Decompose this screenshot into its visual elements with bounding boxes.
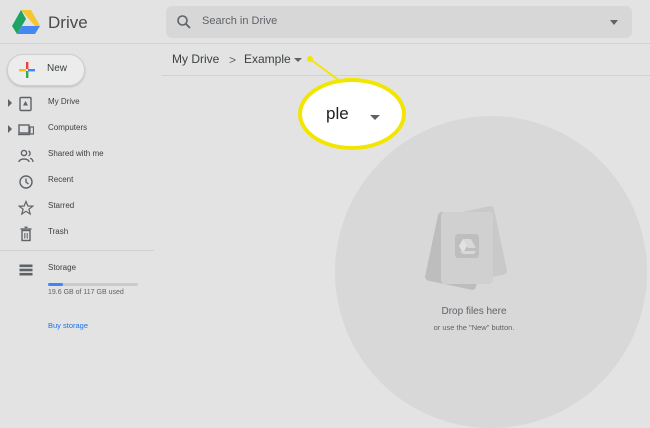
callout-caret-icon: [370, 115, 380, 120]
magnified-callout: ple: [298, 78, 406, 150]
callout-leader-line: [307, 56, 361, 97]
callout-text: ple: [326, 104, 349, 123]
